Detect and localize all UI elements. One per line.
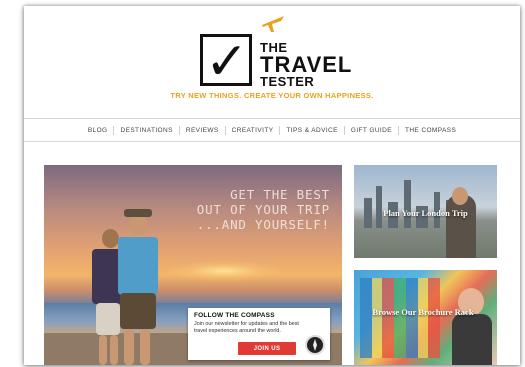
newsletter-promo: FOLLOW THE COMPASS Join our newsletter f… — [188, 308, 330, 360]
nav-item-the-compass[interactable]: THE COMPASS — [399, 126, 462, 135]
card-london-trip[interactable]: Plan Your London Trip — [354, 165, 497, 258]
card-label-london: Plan Your London Trip — [383, 208, 468, 218]
hero-headline-line2: OUT OF YOUR TRIP — [196, 202, 330, 217]
card-label-brochure: Browse Our Brochure Rack — [372, 307, 474, 317]
nav-item-reviews[interactable]: REVIEWS — [180, 125, 226, 135]
checkmark-icon: ✓ — [205, 32, 249, 92]
newsletter-title: FOLLOW THE COMPASS — [194, 312, 275, 319]
nav-item-blog[interactable]: BLOG — [82, 125, 115, 135]
nav-item-gift-guide[interactable]: GIFT GUIDE — [345, 125, 399, 135]
newsletter-text: Join our newsletter for updates and the … — [194, 321, 299, 334]
nav-item-destinations[interactable]: DESTINATIONS — [114, 125, 180, 135]
browser-page: ✓ THE TRAVEL TESTER TRY NEW THINGS. CREA… — [24, 6, 520, 365]
join-us-button[interactable]: JOIN US — [238, 342, 296, 355]
hero-headline: GET THE BEST OUT OF YOUR TRIP ...AND YOU… — [150, 187, 330, 232]
hero-banner[interactable]: GET THE BEST OUT OF YOUR TRIP ...AND YOU… — [44, 165, 342, 365]
site-logo[interactable]: ✓ THE TRAVEL TESTER — [200, 14, 370, 94]
nav-item-creativity[interactable]: CREATIVITY — [226, 125, 281, 135]
hero-headline-line3: ...AND YOURSELF! — [196, 217, 330, 232]
logo-checkbox: ✓ — [200, 32, 252, 92]
hero-headline-line1: GET THE BEST — [230, 187, 330, 202]
airplane-icon — [262, 16, 284, 32]
main-nav: BLOG DESTINATIONS REVIEWS CREATIVITY TIP… — [24, 118, 520, 142]
logo-text-line3: TESTER — [260, 74, 315, 89]
card-person — [452, 314, 492, 365]
card-brochure-rack[interactable]: Browse Our Brochure Rack — [354, 270, 497, 365]
nav-item-tips-advice[interactable]: TIPS & ADVICE — [280, 125, 345, 135]
site-tagline: TRY NEW THINGS. CREATE YOUR OWN HAPPINES… — [170, 91, 374, 100]
brochures — [360, 278, 440, 358]
card-person-head — [452, 187, 468, 205]
compass-icon — [305, 335, 325, 355]
hero-sunset-glow — [164, 260, 284, 282]
